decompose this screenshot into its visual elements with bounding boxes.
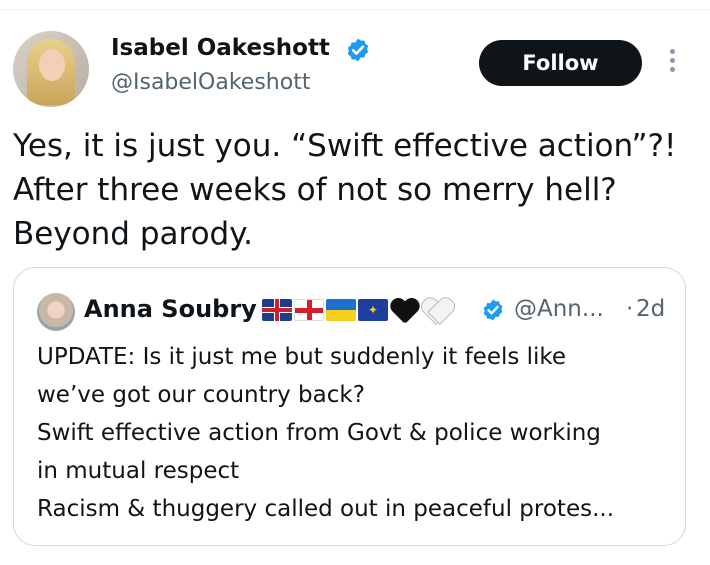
quoted-timestamp[interactable]: 2d	[636, 296, 665, 322]
eu-flag-icon: ✦	[358, 299, 388, 321]
quoted-tweet-card[interactable]: Anna Soubry ✦ @Ann... · 2d UPDATE: Is it…	[13, 267, 686, 546]
quoted-author-handle: @Ann...	[514, 296, 604, 322]
top-divider	[0, 9, 710, 10]
author-handle[interactable]: @IsabelOakeshott	[111, 70, 310, 95]
england-flag-icon	[294, 299, 324, 321]
quoted-line: in mutual respect	[37, 458, 240, 484]
follow-button[interactable]: Follow	[479, 40, 642, 86]
name-emojis: ✦	[262, 297, 452, 323]
tweet-line: Beyond parody.	[13, 216, 253, 252]
tweet-text: Yes, it is just you. “Swift effective ac…	[13, 124, 693, 256]
quoted-line: Racism & thuggery called out in peaceful…	[37, 496, 615, 522]
tweet-line: After three weeks of not so merry hell?	[13, 172, 617, 208]
ukraine-flag-icon	[326, 299, 356, 321]
time-separator: ·	[626, 296, 634, 322]
quoted-line: we’ve got our country back?	[37, 382, 365, 408]
quoted-author-name: Anna Soubry	[84, 295, 257, 323]
uk-flag-icon	[262, 299, 292, 321]
tweet-line: Yes, it is just you. “Swift effective ac…	[13, 128, 677, 164]
white-heart-icon	[422, 297, 452, 323]
more-options-icon[interactable]	[663, 49, 681, 79]
quoted-tweet-text: UPDATE: Is it just me but suddenly it fe…	[37, 338, 677, 528]
verified-badge-icon	[347, 38, 369, 62]
quoted-line: UPDATE: Is it just me but suddenly it fe…	[37, 344, 567, 370]
quoted-line: Swift effective action from Govt & polic…	[37, 420, 601, 446]
author-avatar[interactable]	[13, 31, 89, 107]
author-name[interactable]: Isabel Oakeshott	[111, 35, 330, 61]
quoted-author-avatar	[37, 293, 75, 331]
quoted-verified-badge-icon	[483, 299, 503, 321]
black-heart-icon	[390, 297, 420, 323]
